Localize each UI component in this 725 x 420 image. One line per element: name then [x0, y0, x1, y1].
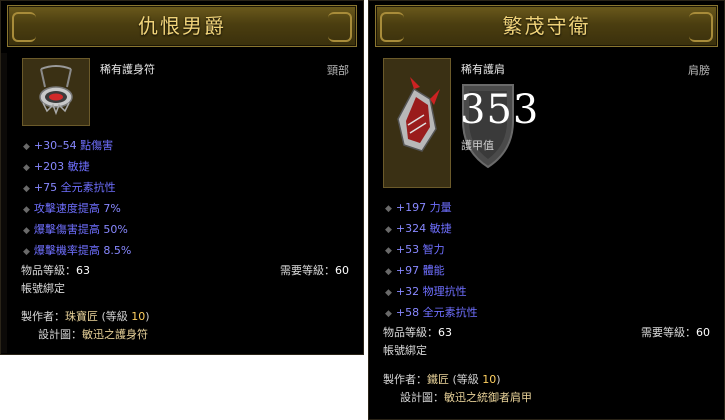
item-icon-frame: [22, 58, 90, 126]
item-slot: 肩膀: [688, 64, 710, 77]
tooltip-edge: [1, 53, 7, 353]
shoulder-tooltip: 繁茂守衛 稀有護肩 肩膀 353 護甲值 ◆ +197 力量 ◆ +324 敏捷 ◆…: [368, 0, 725, 420]
item-slot: 頸部: [327, 64, 349, 77]
armor-value: 353: [460, 87, 540, 133]
required-level: 需要等級：60: [641, 326, 710, 339]
item-level: 物品等級：63: [21, 264, 90, 277]
account-bound: 帳號綁定: [21, 282, 65, 295]
stat-line: ◆ 爆擊傷害提高 50%: [23, 223, 128, 236]
required-level: 需要等級：60: [280, 264, 349, 277]
stat-line: ◆ +53 智力: [385, 243, 445, 256]
stat-line: ◆ +324 敏捷: [385, 222, 452, 235]
stat-line: ◆ +30–54 點傷害: [23, 139, 114, 152]
stat-list: ◆ +30–54 點傷害 ◆ +203 敏捷 ◆ +75 全元素抗性 ◆ 攻擊速度提高 …: [23, 136, 131, 262]
plan-line: 設計圖：敏迅之統御者肩甲: [400, 391, 532, 404]
item-type: 稀有護身符: [100, 63, 155, 76]
amulet-icon: [39, 65, 73, 116]
shoulder-armor-icon: [397, 77, 440, 152]
armor-label: 護甲值: [461, 139, 494, 152]
item-icon-frame: [383, 58, 451, 188]
stat-line: ◆ 攻擊速度提高 7%: [23, 202, 121, 215]
plan-line: 設計圖：敏迅之護身符: [38, 328, 148, 341]
stat-line: ◆ +58 全元素抗性: [385, 306, 478, 319]
crafter-line: 製作者：珠寶匠 (等級 10): [21, 310, 150, 323]
item-title: 仇恨男爵: [7, 5, 357, 47]
stat-line: ◆ +32 物理抗性: [385, 285, 467, 298]
crafter-line: 製作者：鐵匠 (等級 10): [383, 373, 501, 386]
stat-list: ◆ +197 力量 ◆ +324 敏捷 ◆ +53 智力 ◆ +97 體能 ◆ +32 物…: [385, 198, 478, 324]
stat-line: ◆ +203 敏捷: [23, 160, 90, 173]
account-bound: 帳號綁定: [383, 344, 427, 357]
stat-line: ◆ +75 全元素抗性: [23, 181, 116, 194]
item-level: 物品等級：63: [383, 326, 452, 339]
item-type: 稀有護肩: [461, 63, 505, 76]
stat-line: ◆ 爆擊機率提高 8.5%: [23, 244, 132, 257]
amulet-tooltip: 仇恨男爵 稀有護身符 頸部 ◆ +30–54 點傷害 ◆ +203 敏捷 ◆ +75 …: [0, 0, 364, 355]
item-title: 繁茂守衛: [375, 5, 718, 47]
stat-line: ◆ +97 體能: [385, 264, 445, 277]
stat-line: ◆ +197 力量: [385, 201, 452, 214]
